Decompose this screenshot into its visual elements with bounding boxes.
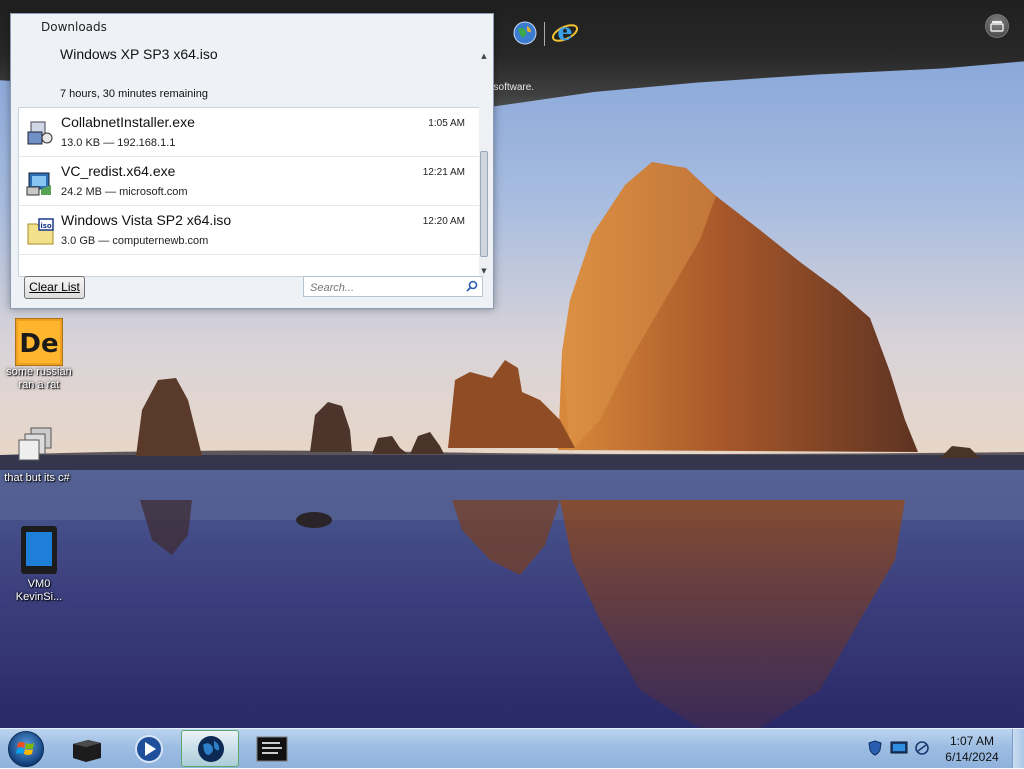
browser-globe-icon: [198, 736, 224, 762]
download-status: 7 hours, 30 minutes remaining: [60, 88, 208, 100]
svg-text:e: e: [557, 18, 572, 46]
search-input[interactable]: [308, 278, 462, 297]
scroll-up-arrow-icon[interactable]: ▲: [479, 51, 489, 61]
scroll-down-arrow-icon[interactable]: ▼: [479, 266, 489, 276]
shield-icon[interactable]: [868, 740, 882, 756]
show-desktop-button[interactable]: [1012, 729, 1024, 768]
desktop-icon-label: some russian ran a rat: [6, 366, 72, 391]
downloads-scrollbar[interactable]: ▲ ▼: [479, 51, 489, 276]
clock-time: 1:07 AM: [949, 734, 995, 748]
scroll-thumb[interactable]: [480, 151, 488, 257]
download-time: 1:05 AM: [428, 118, 465, 129]
console-icon: [256, 736, 288, 762]
download-name: CollabnetInstaller.exe: [61, 114, 195, 130]
svg-text:De: De: [19, 329, 58, 359]
taskbar-browser-button[interactable]: [181, 730, 239, 767]
download-name: Windows XP SP3 x64.iso: [60, 46, 218, 62]
downloads-list: CollabnetInstaller.exe 13.0 KB — 192.168…: [18, 107, 480, 277]
download-item[interactable]: CollabnetInstaller.exe 13.0 KB — 192.168…: [19, 108, 479, 157]
desktop-icon-csharp[interactable]: that but its c#: [0, 424, 74, 485]
download-time: 12:20 AM: [422, 216, 465, 227]
desktop-icon-label: that but its c#: [4, 472, 70, 484]
network-icon[interactable]: [914, 740, 930, 756]
globe-icon[interactable]: [512, 20, 538, 46]
windows-logo-icon: [16, 742, 34, 755]
tablet-icon: [21, 526, 57, 574]
downloads-window: Downloads Windows XP SP3 x64.iso 7 hours…: [10, 13, 494, 309]
download-item-in-progress[interactable]: Windows XP SP3 x64.iso 7 hours, 30 minut…: [18, 42, 478, 102]
installer-icon: [27, 121, 53, 145]
download-meta: 13.0 KB — 192.168.1.1: [61, 137, 176, 149]
setup-icon: [26, 172, 51, 196]
ie-icon[interactable]: e: [550, 18, 580, 48]
download-item[interactable]: iso Windows Vista SP2 x64.iso 3.0 GB — c…: [19, 206, 479, 255]
download-name: Windows Vista SP2 x64.iso: [61, 212, 232, 228]
menu-icon: [990, 21, 1004, 32]
de-app-icon: De: [15, 318, 63, 366]
download-time: 12:21 AM: [422, 167, 465, 178]
download-meta: 3.0 GB — computernewb.com: [61, 235, 209, 247]
downloads-title: Downloads: [41, 20, 107, 34]
desktop-icon-vm0[interactable]: VM0 KevinSi...: [2, 526, 76, 604]
media-player-icon: [135, 735, 163, 763]
desktop-icon-label: VM0 KevinSi...: [15, 578, 63, 603]
system-clock[interactable]: 1:07 AM 6/14/2024: [936, 733, 1008, 765]
search-icon[interactable]: [466, 280, 478, 292]
iso-file-icon: iso: [27, 218, 54, 245]
download-item[interactable]: VC_redist.x64.exe 24.2 MB — microsoft.co…: [19, 157, 479, 206]
svg-text:iso: iso: [40, 222, 52, 230]
start-button[interactable]: [8, 731, 44, 767]
launcher-separator: [544, 22, 545, 46]
stacked-windows-icon: [18, 427, 52, 461]
explorer-icon: [73, 740, 101, 762]
taskbar-media-player-button[interactable]: [120, 730, 178, 767]
monitor-icon[interactable]: [890, 741, 908, 755]
taskbar-explorer-button[interactable]: [58, 730, 116, 767]
taskbar-console-button[interactable]: [243, 730, 301, 767]
download-meta: 24.2 MB — microsoft.com: [61, 186, 188, 198]
download-name: VC_redist.x64.exe: [61, 163, 176, 179]
search-box: [303, 276, 483, 297]
clear-list-button[interactable]: Clear List: [24, 276, 85, 299]
clock-date: 6/14/2024: [945, 750, 999, 764]
launcher-menu-button[interactable]: [985, 14, 1009, 38]
desktop-icon-russian-rat[interactable]: De some russian ran a rat: [2, 318, 76, 392]
